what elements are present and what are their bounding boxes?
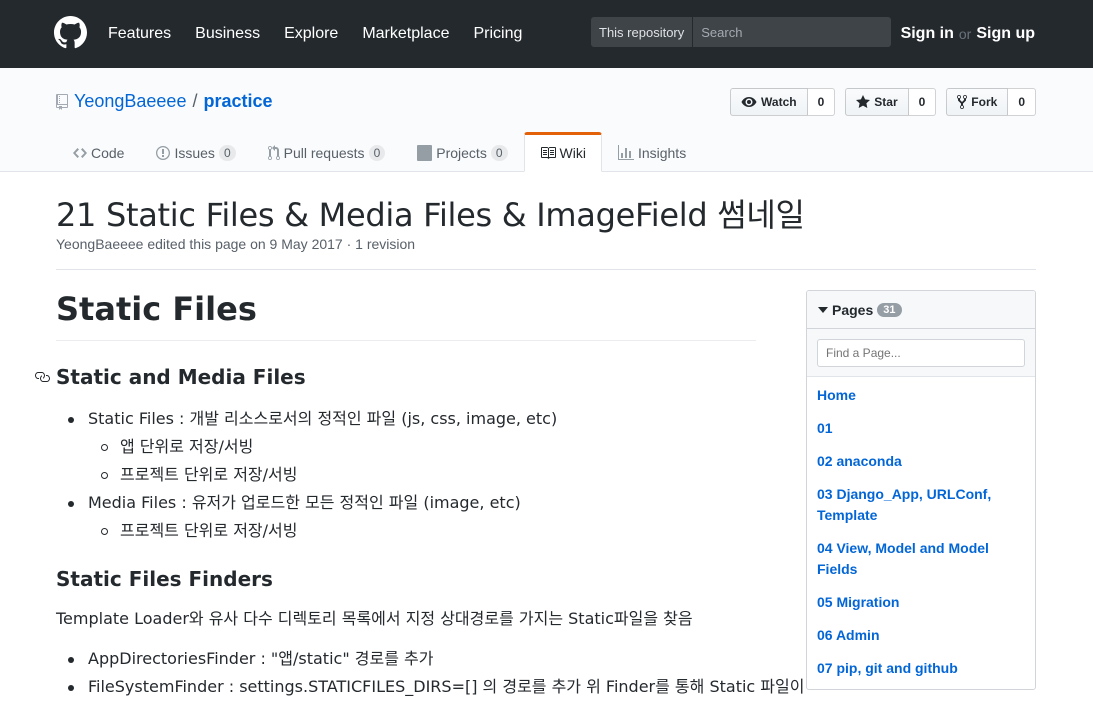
list-item: Static Files : 개발 리소스로서의 정적인 파일 (js, css…	[68, 405, 756, 489]
pages-title: Pages	[832, 301, 874, 318]
tab-insights-label: Insights	[637, 145, 687, 161]
project-icon	[417, 145, 433, 161]
pages-count: 31	[877, 302, 902, 317]
list-item: 앱 단위로 저장/서빙	[101, 433, 756, 461]
pull-request-icon	[267, 145, 280, 160]
header-search: This repository	[591, 17, 891, 47]
find-page-input[interactable]	[817, 339, 1025, 367]
tab-code-label: Code	[91, 145, 125, 161]
sign-up-link[interactable]: Sign up	[976, 25, 1035, 43]
finders-description: Template Loader와 유사 다수 디렉토리 목록에서 지정 상대경로…	[56, 609, 693, 628]
nav-explore[interactable]: Explore	[284, 25, 338, 43]
title-divider	[56, 269, 1036, 270]
nav-pricing[interactable]: Pricing	[473, 25, 522, 43]
list-item: 프로젝트 단위로 저장/서빙	[101, 517, 756, 545]
repo-nav: Code Issues 0 Pull requests 0 Projects 0…	[56, 132, 702, 172]
pages-list: Home 01 02 anaconda 03 Django_App, URLCo…	[807, 377, 1035, 689]
tab-pull-requests-label: Pull requests	[283, 145, 365, 161]
sidebar-page-link[interactable]: Home	[817, 385, 1025, 406]
wiki-body: Static Files Static and Media Files Stat…	[35, 290, 804, 701]
tab-projects-label: Projects	[436, 145, 487, 161]
repo-actions: Watch 0 Star 0 Fork 0	[720, 88, 1036, 116]
page-meta: YeongBaeeee edited this page on 9 May 20…	[56, 236, 416, 252]
sub-list: 앱 단위로 저장/서빙 프로젝트 단위로 저장/서빙	[88, 433, 756, 489]
repo-icon	[56, 93, 68, 110]
site-header: Features Business Explore Marketplace Pr…	[0, 0, 1093, 68]
file-types-list: Static Files : 개발 리소스로서의 정적인 파일 (js, css…	[56, 405, 756, 545]
fork-button[interactable]: Fork	[946, 88, 1009, 116]
tab-wiki[interactable]: Wiki	[523, 132, 602, 172]
search-scope-label: This repository	[591, 17, 694, 47]
book-icon	[540, 147, 556, 159]
sidebar-page-link[interactable]: 06 Admin	[817, 625, 1025, 646]
list-item: FileSystemFinder : settings.STATICFILES_…	[68, 673, 804, 701]
repo-name-link[interactable]: practice	[203, 91, 272, 112]
media-files-definition: Media Files : 유저가 업로드한 모든 정적인 파일 (image,…	[88, 493, 521, 512]
repo-header: YeongBaeeee / practice Watch 0 Star 0 Fo…	[0, 68, 1093, 172]
issue-icon	[156, 146, 171, 160]
finders-list: AppDirectoriesFinder : "앱/static" 경로를 추가…	[56, 645, 804, 701]
repo-path-separator: /	[192, 91, 198, 111]
wiki-pages-sidebar: Pages 31 Home 01 02 anaconda 03 Django_A…	[806, 290, 1036, 690]
nav-features[interactable]: Features	[108, 25, 171, 43]
sidebar-page-link[interactable]: 03 Django_App, URLConf, Template	[817, 484, 1025, 526]
tab-insights[interactable]: Insights	[602, 132, 702, 172]
tab-projects[interactable]: Projects 0	[401, 132, 523, 172]
nav-marketplace[interactable]: Marketplace	[362, 25, 449, 43]
tab-issues-label: Issues	[174, 145, 215, 161]
heading-static-and-media-files-text: Static and Media Files	[56, 365, 306, 389]
page-title: 21 Static Files & Media Files & ImageFie…	[56, 196, 805, 234]
search-input[interactable]	[693, 24, 884, 40]
watch-button[interactable]: Watch	[730, 88, 808, 116]
tab-wiki-label: Wiki	[559, 145, 586, 161]
watch-count[interactable]: 0	[807, 88, 836, 116]
fork-group: Fork 0	[946, 88, 1036, 116]
link-icon[interactable]	[34, 369, 50, 385]
heading-static-files-finders: Static Files Finders	[56, 567, 273, 591]
tab-pull-requests[interactable]: Pull requests 0	[252, 132, 402, 172]
primary-nav: Features Business Explore Marketplace Pr…	[108, 0, 546, 68]
repo-owner-link[interactable]: YeongBaeeee	[74, 91, 186, 112]
graph-icon	[617, 145, 634, 160]
list-item: AppDirectoriesFinder : "앱/static" 경로를 추가	[68, 645, 756, 673]
heading-static-and-media-files: Static and Media Files	[35, 365, 756, 389]
sub-list: 프로젝트 단위로 저장/서빙	[88, 517, 756, 545]
nav-business[interactable]: Business	[195, 25, 260, 43]
projects-count: 0	[490, 145, 508, 161]
static-files-definition: Static Files : 개발 리소스로서의 정적인 파일 (js, css…	[88, 409, 558, 428]
sign-in-link[interactable]: Sign in	[901, 25, 954, 43]
code-icon	[73, 148, 87, 158]
list-item: Media Files : 유저가 업로드한 모든 정적인 파일 (image,…	[68, 489, 756, 545]
star-button[interactable]: Star	[845, 88, 909, 116]
heading-static-files: Static Files	[56, 290, 756, 341]
fork-label: Fork	[971, 95, 998, 109]
github-logo-icon[interactable]	[54, 16, 87, 49]
sidebar-page-link[interactable]: 07 pip, git and github	[817, 658, 1025, 679]
star-label: Star	[874, 95, 898, 109]
tab-code[interactable]: Code	[56, 132, 140, 172]
tab-issues[interactable]: Issues 0	[140, 132, 251, 172]
watch-label: Watch	[761, 95, 797, 109]
list-item: 프로젝트 단위로 저장/서빙	[101, 461, 756, 489]
page-filter	[807, 329, 1035, 377]
eye-icon	[741, 97, 757, 107]
triangle-down-icon	[818, 306, 828, 313]
star-icon	[856, 95, 871, 108]
fork-count[interactable]: 0	[1008, 88, 1036, 116]
watch-group: Watch 0	[730, 88, 836, 116]
issues-count: 0	[218, 145, 236, 161]
sidebar-page-link[interactable]: 05 Migration	[817, 592, 1025, 613]
star-count[interactable]: 0	[908, 88, 937, 116]
or-separator: or	[958, 26, 972, 42]
pages-toggle[interactable]: Pages 31	[807, 291, 1035, 329]
repo-title: YeongBaeeee / practice	[55, 91, 273, 112]
star-group: Star 0	[845, 88, 937, 116]
auth-links: Sign in or Sign up	[901, 0, 1035, 68]
sidebar-page-link[interactable]: 01	[817, 418, 1025, 439]
pull-requests-count: 0	[368, 145, 386, 161]
sidebar-page-link[interactable]: 02 anaconda	[817, 451, 1025, 472]
sidebar-page-link[interactable]: 04 View, Model and Model Fields	[817, 538, 1025, 580]
fork-icon	[957, 94, 968, 110]
